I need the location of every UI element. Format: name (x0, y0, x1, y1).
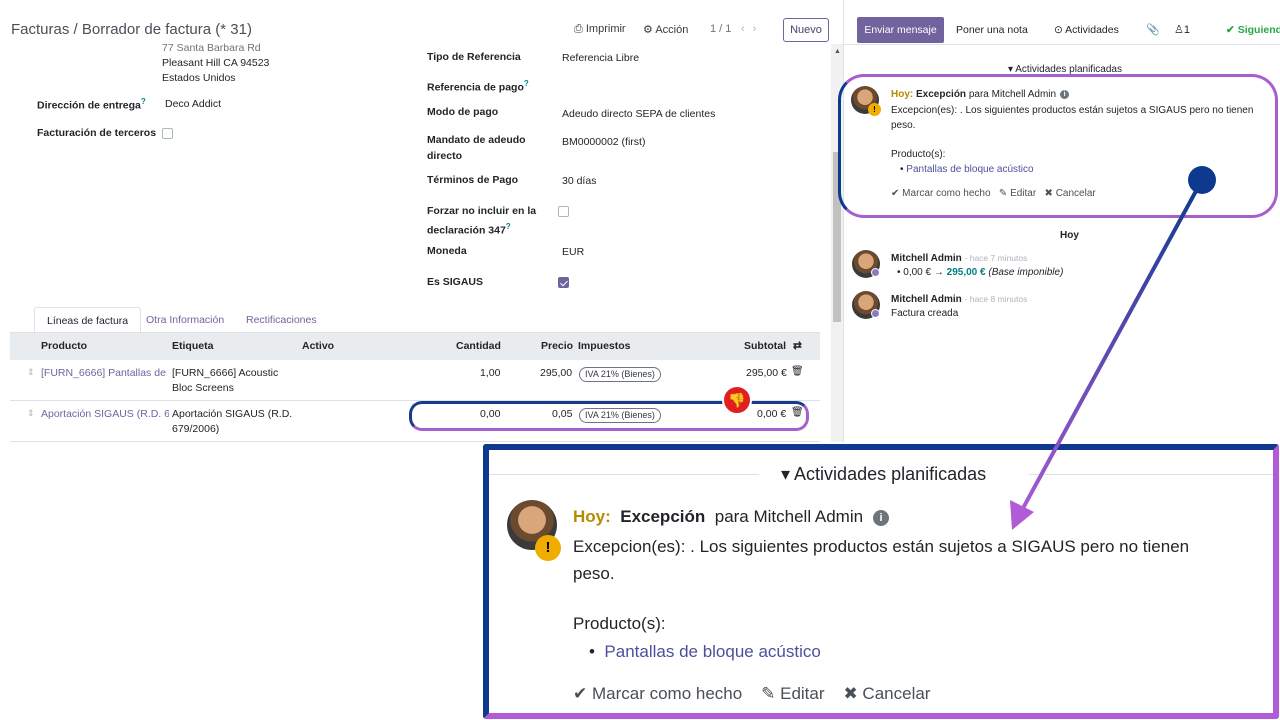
arrow-shaft (1020, 179, 1204, 511)
connector-arrow (1010, 179, 1204, 530)
arrow-head (1010, 500, 1034, 530)
